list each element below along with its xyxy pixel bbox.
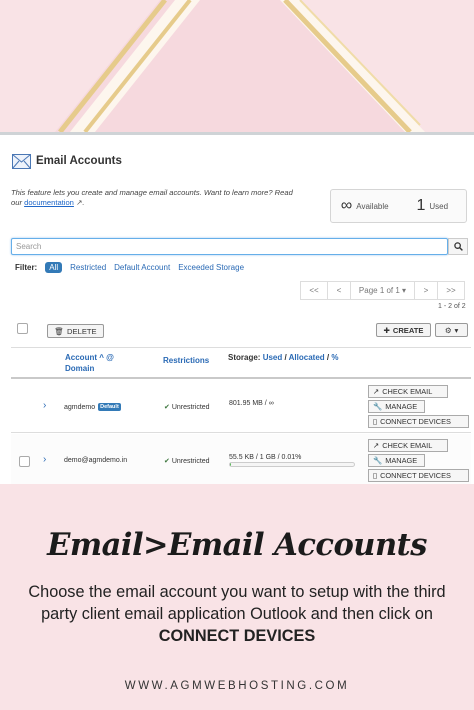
filter-exceeded-storage[interactable]: Exceeded Storage [178, 263, 244, 272]
chevron-right-icon[interactable]: › [43, 400, 46, 411]
wrench-icon: 🔧 [373, 402, 383, 411]
filter-all[interactable]: All [45, 262, 63, 273]
storage-progress-bar [229, 462, 355, 467]
sort-used-link[interactable]: Used [263, 353, 283, 362]
connect-devices-button[interactable]: ▯ CONNECT DEVICES [368, 415, 469, 428]
trash-icon: 🗑 [54, 326, 65, 336]
page-next-button[interactable]: > [414, 281, 438, 300]
caret-down-icon: ▾ [454, 325, 459, 335]
account-column-header[interactable]: Account ^ @ Domain [65, 352, 114, 374]
used-value: 1 [416, 197, 426, 214]
wrench-icon: 🔧 [373, 456, 383, 465]
restriction-status: ✔ Unrestricted [164, 458, 210, 465]
connect-devices-button[interactable]: ▯ CONNECT DEVICES [368, 469, 469, 482]
delete-button[interactable]: 🗑 DELETE [47, 324, 104, 338]
documentation-link[interactable]: documentation [24, 198, 74, 207]
used-label: Used [429, 201, 449, 211]
restriction-status: ✔ Unrestricted [164, 404, 210, 411]
storage-usage: 55.5 KB / 1 GB / 0.01% [229, 454, 302, 461]
external-link-icon: ↗ [76, 197, 83, 207]
storage-usage: 801.95 MB / ∞ [229, 400, 274, 407]
account-stats: ∞ Available 1 Used [330, 189, 467, 223]
page-last-button[interactable]: >> [437, 281, 465, 300]
available-value: ∞ [340, 197, 353, 214]
table-row: › agmdemo Default ✔ Unrestricted 801.95 M… [11, 380, 471, 433]
default-badge: Default [98, 403, 121, 411]
page-title: Email Accounts [36, 155, 122, 167]
website-url: WWW.AGMWEBHOSTING.COM [124, 680, 350, 692]
intro-text: This feature lets you create and manage … [11, 188, 293, 207]
sort-allocated-link[interactable]: Allocated [289, 353, 325, 362]
envelope-icon [12, 153, 31, 169]
pagination: << < Page 1 of 1 ▾ > >> [300, 281, 465, 300]
result-count: 1 - 2 of 2 [438, 303, 466, 310]
sort-percent-link[interactable]: % [331, 353, 338, 362]
table-row: › demo@agmdemo.in ✔ Unrestricted 55.5 KB… [11, 434, 471, 484]
chevron-right-icon[interactable]: › [43, 454, 46, 465]
search-input[interactable]: Search [11, 238, 448, 255]
table-toolbar: 🗑 DELETE ✚ CREATE ⚙ ▾ [11, 321, 471, 339]
stat-used: 1 Used [399, 197, 467, 215]
available-label: Available [356, 201, 389, 211]
storage-column-header: Storage: Used / Allocated / % [228, 353, 339, 362]
page-prev-button[interactable]: < [327, 281, 351, 300]
row-checkbox[interactable] [19, 456, 30, 467]
select-all-checkbox[interactable] [17, 323, 28, 334]
mobile-device-icon: ▯ [373, 471, 378, 480]
filter-label: Filter: [15, 263, 38, 272]
gear-icon: ⚙ [444, 325, 452, 335]
email-accounts-panel: Email Accounts This feature lets you cre… [0, 132, 474, 484]
account-email: agmdemo Default [64, 403, 121, 411]
filter-bar: Filter: All Restricted Default Account E… [15, 262, 244, 273]
search-button[interactable] [448, 238, 468, 255]
external-link-icon: ↗ [373, 441, 380, 450]
restrictions-column-header[interactable]: Restrictions [163, 356, 209, 365]
external-link-icon: ↗ [373, 387, 380, 396]
stat-available: ∞ Available [331, 197, 399, 215]
create-button[interactable]: ✚ CREATE [376, 323, 431, 337]
connect-devices-emphasis: CONNECT DEVICES [158, 627, 316, 645]
main-heading: Email>Email Accounts [47, 527, 427, 563]
table-header: Account ^ @ Domain Restrictions Storage:… [11, 347, 471, 379]
search-icon [453, 242, 463, 251]
filter-restricted[interactable]: Restricted [70, 263, 106, 272]
plus-icon: ✚ [383, 325, 390, 335]
manage-button[interactable]: 🔧 MANAGE [368, 454, 425, 467]
settings-dropdown-button[interactable]: ⚙ ▾ [435, 323, 468, 337]
mobile-device-icon: ▯ [373, 417, 378, 426]
filter-default-account[interactable]: Default Account [114, 263, 170, 272]
decorative-banner [0, 0, 474, 132]
check-email-button[interactable]: ↗ CHECK EMAIL [368, 385, 448, 398]
check-email-button[interactable]: ↗ CHECK EMAIL [368, 439, 448, 452]
panel-header: Email Accounts [12, 151, 122, 171]
page-select[interactable]: Page 1 of 1 ▾ [350, 281, 415, 300]
manage-button[interactable]: 🔧 MANAGE [368, 400, 425, 413]
page-first-button[interactable]: << [300, 281, 328, 300]
account-email: demo@agmdemo.in [64, 457, 128, 464]
instruction-text: Choose the email account you want to set… [28, 583, 446, 645]
